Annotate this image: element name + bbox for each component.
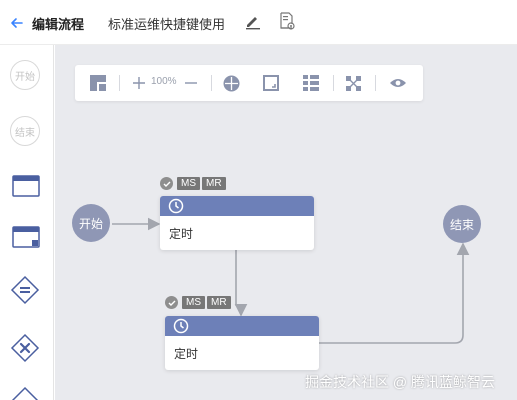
tag-manual-skip: MS — [177, 177, 200, 190]
task-node[interactable]: 定时 — [165, 316, 319, 370]
parallel-gateway-icon — [10, 275, 40, 305]
task-header — [165, 316, 319, 336]
subprocess-node-icon — [12, 226, 40, 248]
task-tags: MS MR — [160, 177, 228, 190]
edge-task1-to-task2 — [234, 250, 248, 317]
palette-converge-gateway[interactable] — [9, 385, 41, 400]
arrow-left-icon — [11, 18, 23, 28]
palette-start-node[interactable]: 开始 — [9, 59, 41, 91]
crosshair-icon — [223, 75, 239, 91]
zoom-level: 100% — [151, 76, 177, 87]
task-node-icon — [12, 175, 40, 197]
eye-icon — [390, 79, 406, 87]
back-label: 编辑流程 — [32, 16, 85, 32]
flow-name: 标准运维快捷键使用 — [108, 17, 226, 32]
tag-manual-skip: MS — [182, 296, 205, 309]
end-node-label: 结束 — [449, 217, 474, 232]
canvas-toolbar: 100% — [75, 65, 423, 101]
start-node-label: 开始 — [78, 216, 103, 231]
zoom-in-button[interactable] — [131, 74, 147, 92]
task-header — [160, 196, 314, 216]
plus-icon — [133, 77, 145, 89]
palette-end-label: 结束 — [10, 116, 40, 146]
node-palette: 开始 结束 — [0, 45, 54, 400]
task-node[interactable]: 定时 — [160, 196, 314, 250]
header: 编辑流程 标准运维快捷键使用 — [0, 0, 517, 45]
palette-parallel-gateway[interactable] — [9, 274, 41, 306]
palette-end-node[interactable]: 结束 — [9, 115, 41, 147]
toolbar-layout-button[interactable] — [89, 74, 107, 92]
tag-manual-retry: MR — [202, 177, 226, 190]
palette-subprocess-node[interactable] — [10, 221, 42, 253]
node-list-button[interactable] — [301, 74, 321, 92]
toolbar-divider — [119, 75, 120, 91]
branch-gateway-icon — [10, 333, 40, 363]
pencil-icon[interactable] — [244, 12, 262, 30]
flow-canvas[interactable]: 100% 开始 结束 MS MR 定时 MS MR 定时 — [55, 45, 517, 400]
minus-icon — [185, 82, 197, 84]
multi-select-icon — [345, 75, 361, 91]
reset-position-button[interactable] — [221, 74, 241, 92]
layout-icon — [90, 75, 106, 91]
palette-task-node[interactable] — [10, 170, 42, 202]
palette-branch-gateway[interactable] — [9, 332, 41, 364]
save-template-icon[interactable] — [279, 12, 295, 30]
check-icon — [160, 177, 173, 190]
start-node[interactable]: 开始 — [72, 204, 110, 242]
clock-icon — [173, 318, 189, 334]
task-label: 定时 — [174, 347, 199, 361]
converge-gateway-icon — [11, 386, 39, 400]
watermark: 掘金技术社区 @ 腾讯蓝鲸智云 — [305, 374, 495, 390]
toolbar-divider — [211, 75, 212, 91]
toolbar-divider — [375, 75, 376, 91]
list-icon — [303, 75, 319, 91]
zoom-out-button[interactable] — [183, 74, 199, 92]
tag-manual-retry: MR — [207, 296, 231, 309]
preview-button[interactable] — [387, 74, 409, 92]
edge-task2-to-end — [319, 242, 470, 344]
fit-screen-icon — [263, 75, 279, 91]
task-label: 定时 — [169, 227, 194, 241]
select-nodes-button[interactable] — [343, 74, 363, 92]
palette-start-label: 开始 — [10, 60, 40, 90]
toolbar-divider — [333, 75, 334, 91]
task-tags: MS MR — [165, 296, 233, 309]
fit-screen-button[interactable] — [261, 74, 281, 92]
end-node[interactable]: 结束 — [443, 205, 481, 243]
clock-icon — [168, 198, 184, 214]
back-button[interactable]: 编辑流程 — [10, 14, 90, 32]
check-icon — [165, 296, 178, 309]
